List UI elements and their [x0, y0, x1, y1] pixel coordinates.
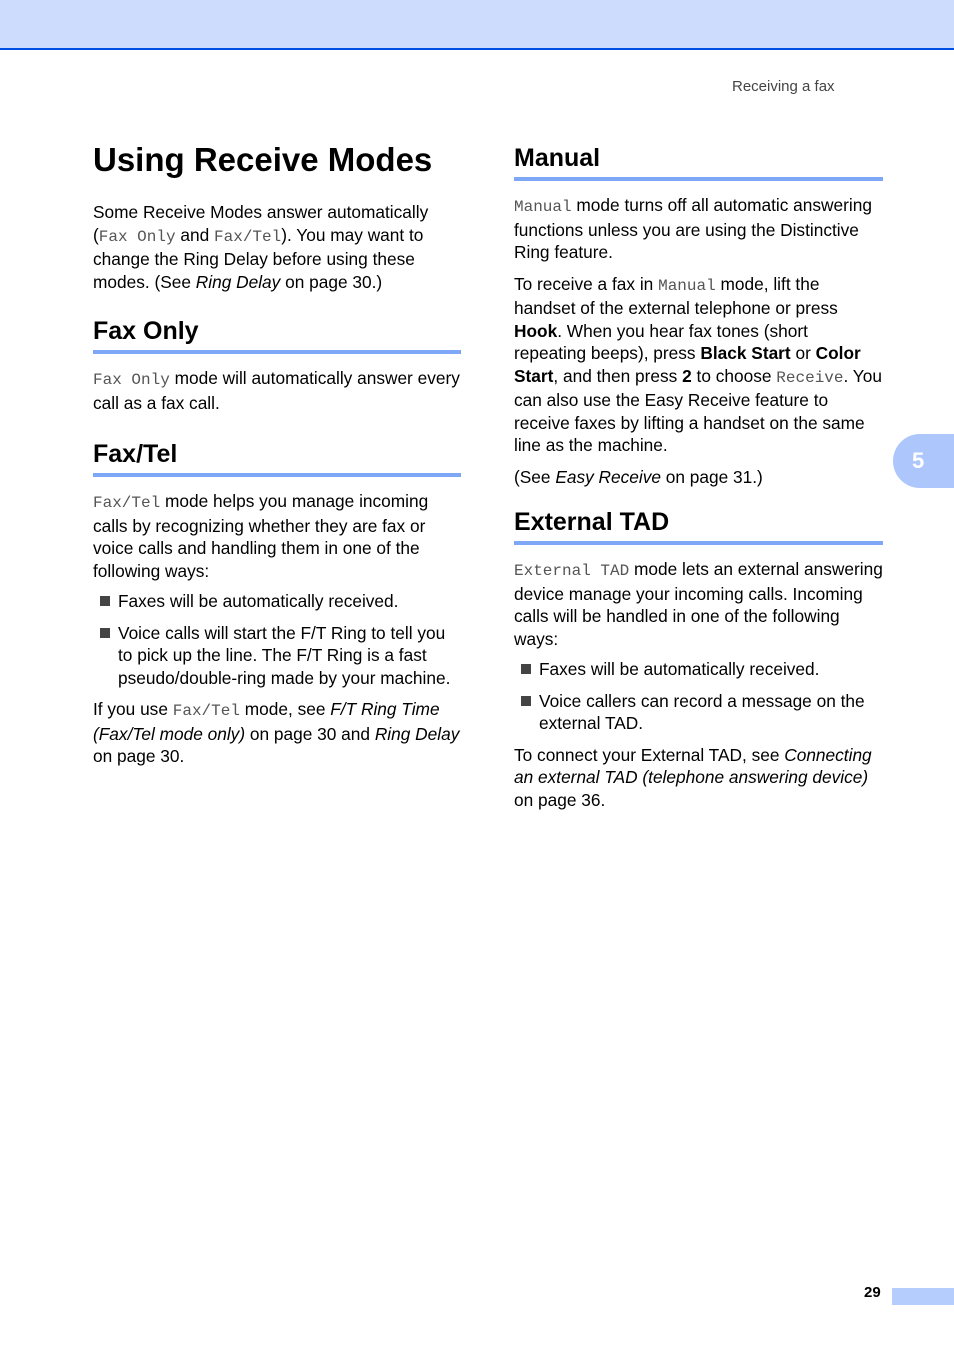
- mode-name: Fax/Tel: [93, 494, 161, 512]
- page-number: 29: [864, 1284, 881, 1301]
- mode-name: Manual: [514, 198, 572, 216]
- cross-reference-link[interactable]: Ring Delay: [196, 272, 281, 292]
- key-name: 2: [682, 365, 692, 386]
- section-manual: Manual Manual mode turns off all automat…: [514, 143, 883, 488]
- section-fax-only: Fax Only Fax Only mode will automaticall…: [93, 316, 461, 414]
- mode-name: Fax Only: [98, 227, 176, 246]
- list-item: Voice calls will start the F/T Ring to t…: [93, 622, 461, 690]
- page-title: Using Receive Modes: [93, 141, 433, 178]
- section-note: (See Easy Receive on page 31.): [514, 466, 763, 487]
- section-heading: Manual: [514, 143, 883, 181]
- menu-option: Receive: [776, 368, 844, 387]
- cross-reference-link[interactable]: Ring Delay: [375, 724, 460, 744]
- running-header: Receiving a fax: [732, 78, 835, 95]
- list-item: Voice callers can record a message on th…: [514, 690, 883, 735]
- square-bullet-icon: [100, 627, 110, 638]
- section-note: To connect your External TAD, see Connec…: [514, 744, 872, 810]
- header-band: [0, 0, 954, 50]
- square-bullet-icon: [521, 695, 531, 706]
- mode-name: Fax Only: [93, 371, 170, 389]
- section-fax-tel: Fax/Tel Fax/Tel mode helps you manage in…: [93, 439, 461, 768]
- section-paragraph: Manual mode turns off all automatic answ…: [514, 195, 872, 262]
- square-bullet-icon: [100, 596, 110, 606]
- page-number-bar: [892, 1288, 954, 1305]
- mode-name: Manual: [658, 276, 716, 295]
- section-paragraph: External TAD mode lets an external answe…: [514, 559, 883, 649]
- mode-name: External TAD: [514, 562, 630, 580]
- mode-name: Fax/Tel: [214, 227, 282, 246]
- section-heading: External TAD: [514, 507, 883, 545]
- key-name: Black Start: [700, 343, 791, 363]
- section-paragraph: To receive a fax in Manual mode, lift th…: [514, 273, 882, 456]
- intro-paragraph: Some Receive Modes answer automatically …: [93, 202, 429, 292]
- list-item: Faxes will be automatically received.: [514, 658, 883, 681]
- bullet-list: Faxes will be automatically received. Vo…: [93, 590, 461, 689]
- section-paragraph: Fax/Tel mode helps you manage incoming c…: [93, 491, 429, 581]
- bullet-list: Faxes will be automatically received. Vo…: [514, 658, 883, 735]
- chapter-tab: 5: [893, 434, 954, 488]
- cross-reference-link[interactable]: Easy Receive: [555, 467, 661, 487]
- section-note: If you use Fax/Tel mode, see F/T Ring Ti…: [93, 699, 460, 766]
- section-heading: Fax Only: [93, 316, 461, 354]
- mode-name: Fax/Tel: [172, 702, 240, 720]
- list-item: Faxes will be automatically received.: [93, 590, 461, 613]
- section-heading: Fax/Tel: [93, 439, 461, 477]
- square-bullet-icon: [521, 664, 531, 674]
- key-name: Hook: [514, 320, 558, 341]
- section-external-tad: External TAD External TAD mode lets an e…: [514, 507, 883, 811]
- section-paragraph: Fax Only mode will automatically answer …: [93, 368, 460, 413]
